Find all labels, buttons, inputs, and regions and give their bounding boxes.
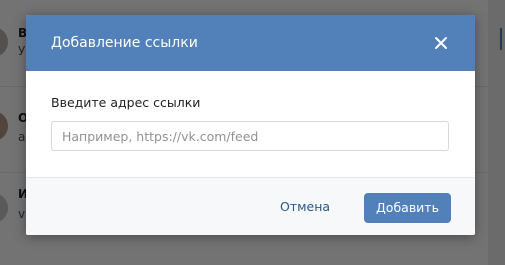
link-url-input[interactable] [51, 121, 449, 151]
close-button[interactable] [430, 32, 452, 54]
close-icon [435, 37, 447, 49]
dialog-header: Добавление ссылки [26, 15, 475, 71]
link-field-label: Введите адрес ссылки [51, 95, 201, 110]
dialog-footer: Отмена Добавить [26, 177, 475, 235]
cancel-button[interactable]: Отмена [280, 193, 330, 221]
add-link-dialog: Добавление ссылки Введите адрес ссылки О… [26, 15, 475, 235]
dialog-title: Добавление ссылки [51, 35, 198, 51]
add-button[interactable]: Добавить [364, 193, 451, 223]
dialog-body: Введите адрес ссылки [26, 71, 475, 177]
